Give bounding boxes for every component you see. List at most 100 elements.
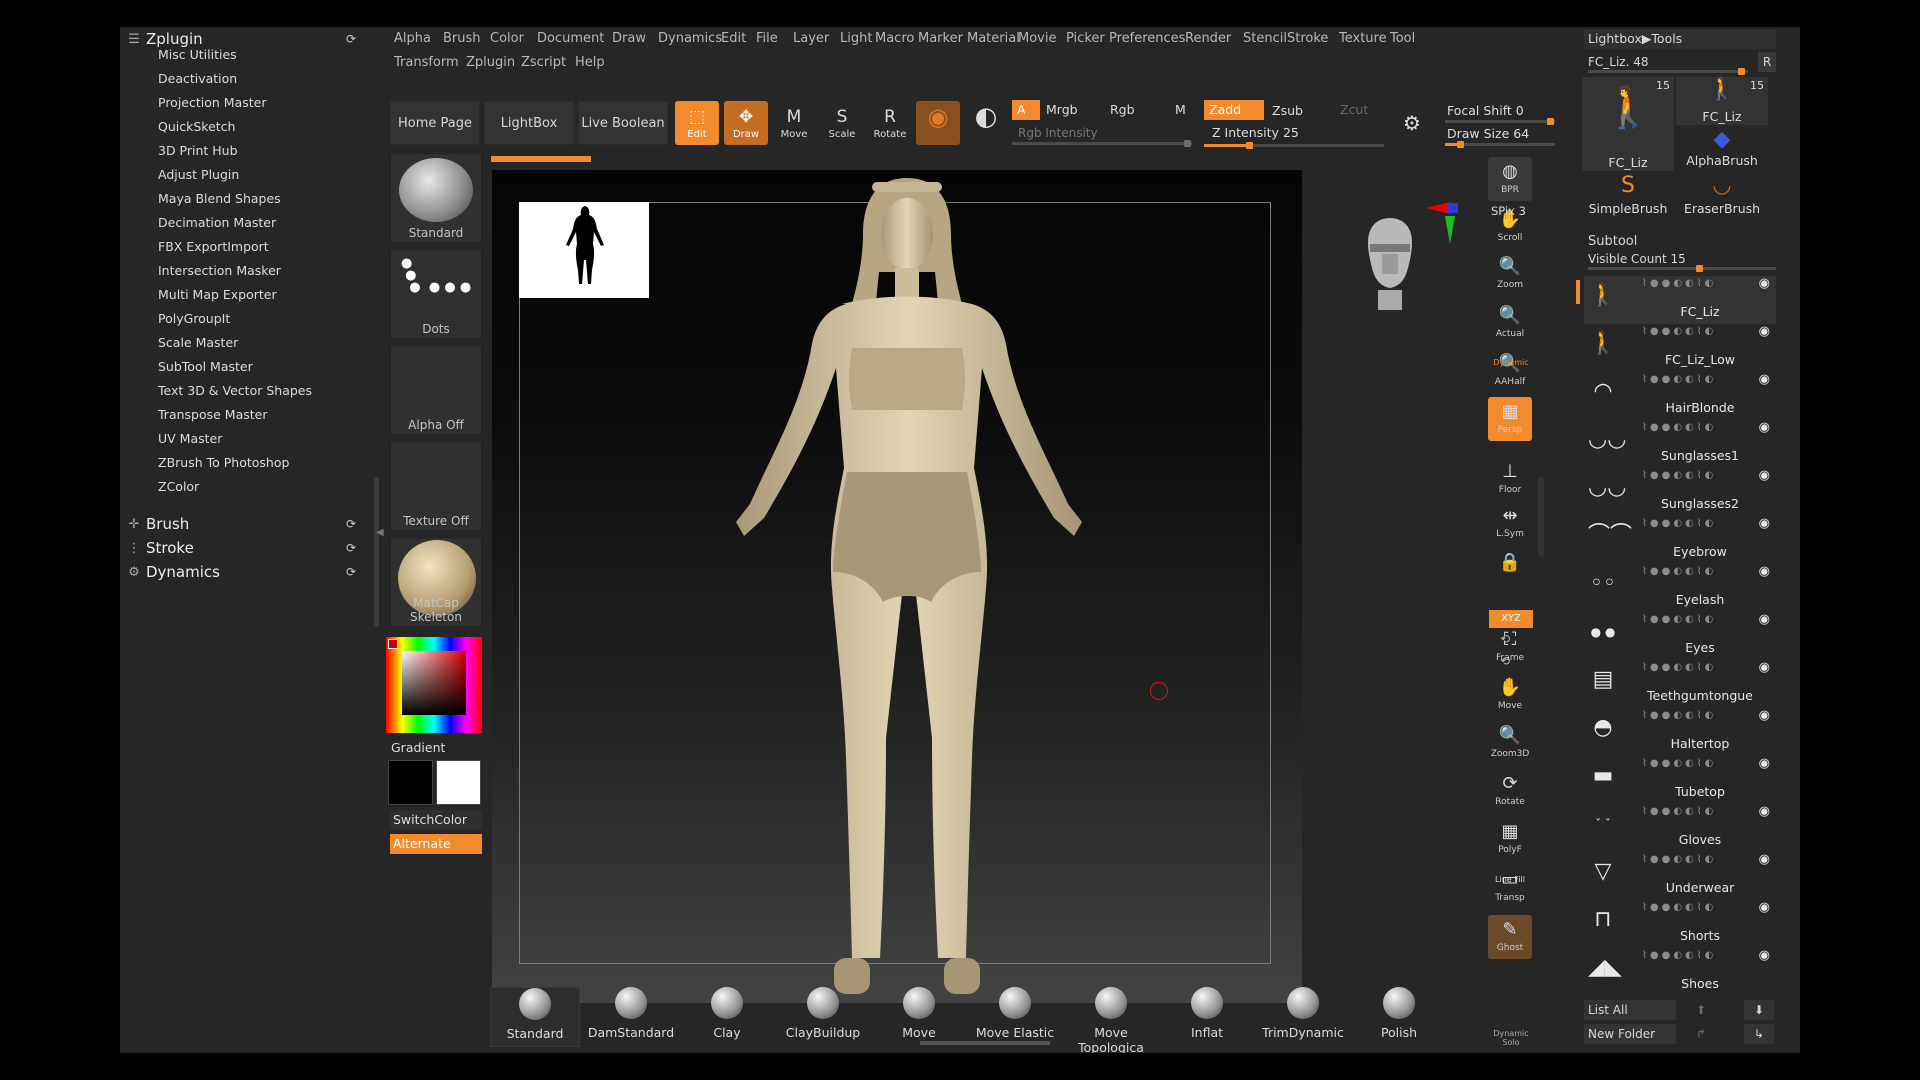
brush-claybuildup[interactable]: ClayBuildup xyxy=(778,987,868,1047)
rotate-tool-button[interactable]: R Rotate xyxy=(868,101,912,145)
plugin-item[interactable]: Projection Master xyxy=(158,93,266,113)
visibility-eye-icon[interactable]: ◉ xyxy=(1759,900,1770,915)
visible-count-track[interactable] xyxy=(1588,265,1776,272)
subtool-toggle-icons[interactable]: ⌇●●◐◐⌇◐ xyxy=(1642,902,1716,913)
aahalf-dock-button[interactable]: 🔍 AAHalf xyxy=(1488,349,1532,393)
menu-draw[interactable]: Draw xyxy=(612,27,646,51)
draw-size-handle[interactable] xyxy=(1457,141,1464,148)
tray-tool-alphabrush[interactable]: ◆ AlphaBrush xyxy=(1676,127,1768,169)
section-dynamics[interactable]: ⚙ Dynamics ⟳ xyxy=(124,561,356,583)
lightbox-button[interactable]: LightBox xyxy=(484,101,574,145)
z-intensity-slider[interactable] xyxy=(1204,142,1384,149)
menu-light[interactable]: Light xyxy=(840,27,872,51)
plugin-item[interactable]: ZBrush To Photoshop xyxy=(158,453,289,473)
menu-transform[interactable]: Transform xyxy=(394,51,459,75)
draw-tool-button[interactable]: ✥ Draw xyxy=(724,101,768,145)
visibility-eye-icon[interactable]: ◉ xyxy=(1759,516,1770,531)
visibility-eye-icon[interactable]: ◉ xyxy=(1759,660,1770,675)
menu-layer[interactable]: Layer xyxy=(793,27,829,51)
plugin-item[interactable]: PolyGroupIt xyxy=(158,309,230,329)
ghost-dock-button[interactable]: ✎ Ghost xyxy=(1488,915,1532,959)
zadd-button[interactable]: Zadd xyxy=(1204,100,1264,120)
subtool-row[interactable]: ▽ ⌇●●◐◐⌇◐ ◉ Underwear xyxy=(1584,852,1776,900)
subtool-row[interactable]: ● ● ⌇●●◐◐⌇◐ ◉ Eyes xyxy=(1584,612,1776,660)
visibility-eye-icon[interactable]: ◉ xyxy=(1759,804,1770,819)
subtool-header[interactable]: Subtool xyxy=(1584,232,1776,252)
refresh-icon[interactable]: ⟳ xyxy=(346,517,356,531)
menu-alpha[interactable]: Alpha xyxy=(394,27,431,51)
brush-inflat[interactable]: Inflat xyxy=(1162,987,1252,1047)
subtool-toggle-icons[interactable]: ⌇●●◐◐⌇◐ xyxy=(1642,710,1716,721)
refresh-icon[interactable]: ⟳ xyxy=(346,32,356,46)
left-collapse-icon[interactable]: ◀ xyxy=(376,527,384,567)
refresh-icon[interactable]: ⟳ xyxy=(346,565,356,579)
tray-tool-eraserbrush[interactable]: ◡ EraserBrush xyxy=(1676,173,1768,217)
menu-macro[interactable]: Macro xyxy=(875,27,914,51)
r-button[interactable]: R xyxy=(1758,52,1776,72)
menu-marker[interactable]: Marker xyxy=(918,27,963,51)
enter-icon[interactable]: ↳ xyxy=(1744,1024,1774,1044)
redo-icon[interactable]: ↱ xyxy=(1696,1024,1706,1044)
subtool-row[interactable]: 🚶 ⌇●●◐◐⌇◐ ◉ FC_Liz_Low xyxy=(1584,324,1776,372)
brush-move[interactable]: Move xyxy=(874,987,964,1047)
plugin-item[interactable]: Adjust Plugin xyxy=(158,165,239,185)
gradient-label[interactable]: Gradient xyxy=(391,738,445,758)
polyf-dock-button[interactable]: ▦ PolyF xyxy=(1488,817,1532,861)
lock-dock-button[interactable]: 🔒 xyxy=(1488,548,1532,592)
head-navigator-icon[interactable] xyxy=(1360,214,1420,314)
document-canvas[interactable] xyxy=(492,170,1458,1003)
brush-clay[interactable]: Clay xyxy=(682,987,772,1047)
plugin-item[interactable]: 3D Print Hub xyxy=(158,141,238,161)
menu-preferences[interactable]: Preferences xyxy=(1109,27,1185,51)
menu-file[interactable]: File xyxy=(756,27,778,51)
floor-dock-button[interactable]: ⊥ Floor xyxy=(1488,457,1532,501)
rotate-z-icon[interactable]: ⟲ xyxy=(1500,654,1510,668)
focal-shift-slider[interactable] xyxy=(1445,118,1555,125)
menu-movie[interactable]: Movie xyxy=(1018,27,1056,51)
subtool-toggle-icons[interactable]: ⌇●●◐◐⌇◐ xyxy=(1642,950,1716,961)
subtool-toggle-icons[interactable]: ⌇●●◐◐⌇◐ xyxy=(1642,758,1716,769)
visibility-eye-icon[interactable]: ◉ xyxy=(1759,564,1770,579)
menu-color[interactable]: Color xyxy=(490,27,524,51)
bpr-dock-button[interactable]: ◍ BPR xyxy=(1488,157,1532,201)
subtool-scroll-indicator[interactable] xyxy=(1576,280,1580,304)
menu-zplugin[interactable]: Zplugin xyxy=(466,51,515,75)
menu-help[interactable]: Help xyxy=(575,51,605,75)
lightbox-s-button[interactable]: ⚙ xyxy=(1394,107,1430,145)
visible-count-handle[interactable] xyxy=(1696,265,1703,272)
subtool-row[interactable]: ◡◡ ⌇●●◐◐⌇◐ ◉ Sunglasses2 xyxy=(1584,468,1776,516)
visible-count-slider[interactable]: Visible Count 15 xyxy=(1584,250,1776,272)
plugin-item[interactable]: QuickSketch xyxy=(158,117,235,137)
tray-tool-fc_liz[interactable]: 🚶 FC_Liz 15 xyxy=(1582,77,1674,171)
spix-label[interactable]: SPix 3 xyxy=(1491,201,1526,221)
plugin-item[interactable]: Maya Blend Shapes xyxy=(158,189,281,209)
actual-dock-button[interactable]: 🔍 Actual xyxy=(1488,301,1532,345)
plugin-item[interactable]: Deactivation xyxy=(158,69,237,89)
menu-tool[interactable]: Tool xyxy=(1390,27,1415,51)
visibility-eye-icon[interactable]: ◉ xyxy=(1759,324,1770,339)
subtool-toggle-icons[interactable]: ⌇●●◐◐⌇◐ xyxy=(1642,662,1716,673)
brush-move-topologica[interactable]: Move Topologica xyxy=(1066,987,1156,1053)
l-sym-dock-button[interactable]: ⇹ L.Sym xyxy=(1488,501,1532,545)
visibility-eye-icon[interactable]: ◉ xyxy=(1759,468,1770,483)
material-selector[interactable]: MatCap Skeleton xyxy=(390,537,482,627)
scale-tool-button[interactable]: S Scale xyxy=(820,101,864,145)
subtool-toggle-icons[interactable]: ⌇●●◐◐⌇◐ xyxy=(1642,806,1716,817)
subtool-toggle-icons[interactable]: ⌇●●◐◐⌇◐ xyxy=(1642,278,1716,289)
focal-shift-handle[interactable] xyxy=(1547,118,1554,125)
new-folder-button[interactable]: New Folder xyxy=(1584,1024,1676,1044)
dock-scrollbar[interactable] xyxy=(1538,477,1544,557)
zcut-button[interactable]: Zcut xyxy=(1340,100,1368,120)
menu-picker[interactable]: Picker xyxy=(1066,27,1105,51)
current-tool-slider[interactable]: FC_Liz. 48 R xyxy=(1584,52,1776,75)
plugin-item[interactable]: FBX ExportImport xyxy=(158,237,269,257)
live-boolean-button[interactable]: Live Boolean xyxy=(578,101,668,145)
subtool-row[interactable]: ◦◦ ⌇●●◐◐⌇◐ ◉ Eyelash xyxy=(1584,564,1776,612)
rotate-y-icon[interactable]: ⟲ xyxy=(1500,632,1510,646)
z-intensity-handle[interactable] xyxy=(1246,142,1253,149)
subtool-row[interactable]: ˇ ˇ ⌇●●◐◐⌇◐ ◉ Gloves xyxy=(1584,804,1776,852)
mrgb-button[interactable]: Mrgb xyxy=(1046,100,1078,120)
rgb-intensity-handle[interactable] xyxy=(1184,140,1191,147)
move-up-icon[interactable]: ⬆ xyxy=(1696,1000,1706,1020)
subtool-toggle-icons[interactable]: ⌇●●◐◐⌇◐ xyxy=(1642,374,1716,385)
